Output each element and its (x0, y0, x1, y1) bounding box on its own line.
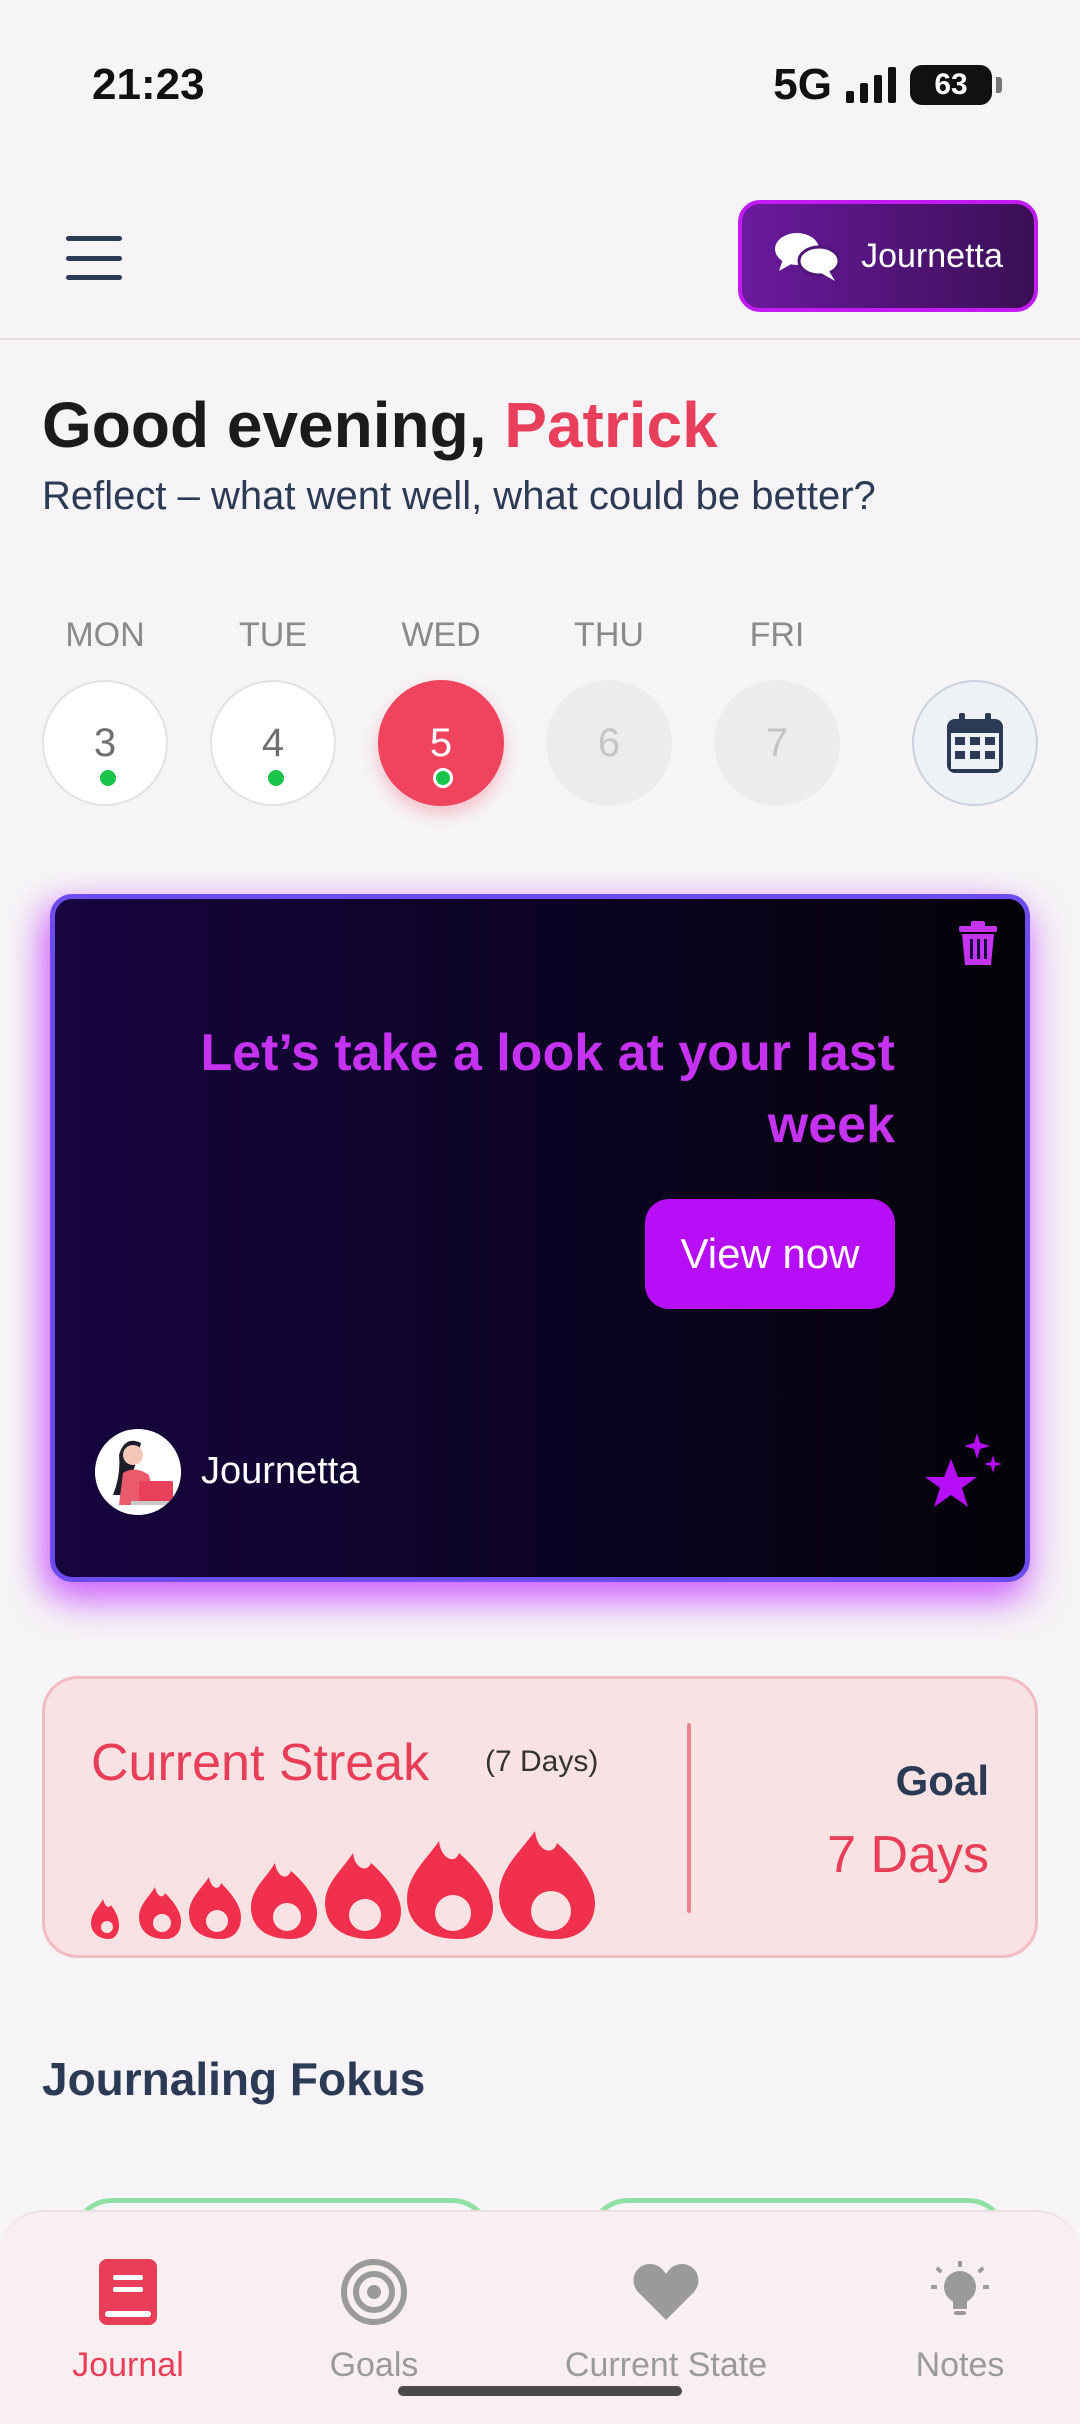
nav-current-state[interactable]: Current State (536, 2252, 796, 2385)
nav-goals[interactable]: Goals (244, 2252, 504, 2385)
greeting-title: Good evening, Patrick (42, 388, 718, 462)
day-number: 4 (261, 720, 285, 765)
network-type: 5G (773, 60, 832, 109)
app-header: Journetta (0, 170, 1080, 340)
greeting-subtitle: Reflect – what went well, what could be … (42, 474, 876, 518)
battery-icon: 63 (910, 65, 1002, 105)
streak-days: (7 Days) (485, 1745, 599, 1778)
sparkle-stars-icon (915, 1429, 1005, 1524)
chat-bubbles-icon (775, 233, 841, 281)
nav-label: Current State (564, 2346, 768, 2384)
card-author-name: Journetta (201, 1450, 360, 1492)
day-label: TUE (239, 616, 307, 654)
home-indicator[interactable] (398, 2386, 682, 2396)
target-icon (244, 2252, 504, 2332)
status-time: 21:23 (92, 60, 205, 109)
entry-dot (100, 770, 116, 786)
woman-at-laptop-illustration (95, 1429, 181, 1515)
day-label: WED (401, 616, 481, 654)
entry-dot (433, 768, 453, 788)
calendar-button[interactable] (912, 680, 1038, 806)
day-label: MON (65, 616, 145, 654)
journetta-button-label: Journetta (861, 236, 1003, 275)
user-name: Patrick (504, 389, 718, 461)
calendar-icon (947, 713, 1003, 773)
lightbulb-icon (830, 2252, 1080, 2332)
weekly-review-card: Let’s take a look at your last week View… (50, 894, 1030, 1582)
journal-icon (0, 2252, 258, 2332)
day-number: 6 (597, 720, 621, 765)
weekly-review-title: Let’s take a look at your last week (200, 1024, 895, 1154)
streak-flames (91, 1831, 595, 1939)
nav-notes[interactable]: Notes (830, 2252, 1080, 2385)
day-number: 3 (93, 720, 117, 765)
day-circle[interactable]: 7 (714, 680, 840, 806)
day-thursday[interactable]: THU 6 (546, 616, 672, 806)
day-monday[interactable]: MON 3 (42, 616, 168, 806)
week-day-selector: MON 3 TUE 4 WED 5 THU 6 FRI 7 (42, 616, 1042, 806)
heart-icon (536, 2252, 796, 2332)
trash-icon (959, 921, 997, 965)
day-label: FRI (749, 616, 805, 654)
battery-level: 63 (934, 68, 968, 101)
journaling-focus-title: Journaling Fokus (42, 2053, 426, 2105)
nav-journal[interactable]: Journal (0, 2252, 258, 2385)
goal-label: Goal (895, 1757, 989, 1804)
day-circle[interactable]: 4 (210, 680, 336, 806)
streak-divider (687, 1723, 691, 1913)
entry-dot (268, 770, 284, 786)
journetta-avatar (95, 1429, 181, 1515)
nav-label: Journal (72, 2346, 184, 2384)
day-wednesday[interactable]: WED 5 (378, 616, 504, 806)
day-circle[interactable]: 6 (546, 680, 672, 806)
day-circle[interactable]: 3 (42, 680, 168, 806)
view-now-button[interactable]: View now (645, 1199, 895, 1309)
signal-icon (846, 67, 896, 103)
streak-title: Current Streak (91, 1734, 430, 1792)
nav-label: Notes (915, 2346, 1005, 2384)
current-streak-card: Current Streak (7 Days) Goal 7 Days (42, 1676, 1038, 1958)
hamburger-menu-icon[interactable] (60, 230, 128, 286)
journetta-chat-button[interactable]: Journetta (738, 200, 1038, 312)
day-circle-selected[interactable]: 5 (378, 680, 504, 806)
status-bar: 21:23 5G 63 (0, 0, 1080, 170)
day-number: 7 (765, 720, 789, 765)
status-indicators: 5G 63 (773, 60, 1002, 110)
nav-label: Goals (329, 2346, 419, 2384)
day-label: THU (574, 616, 644, 654)
day-number: 5 (429, 720, 453, 765)
goal-value: 7 Days (827, 1826, 989, 1884)
delete-card-button[interactable] (959, 921, 997, 970)
day-tuesday[interactable]: TUE 4 (210, 616, 336, 806)
greeting-prefix: Good evening, (42, 389, 505, 461)
day-friday[interactable]: FRI 7 (714, 616, 840, 806)
